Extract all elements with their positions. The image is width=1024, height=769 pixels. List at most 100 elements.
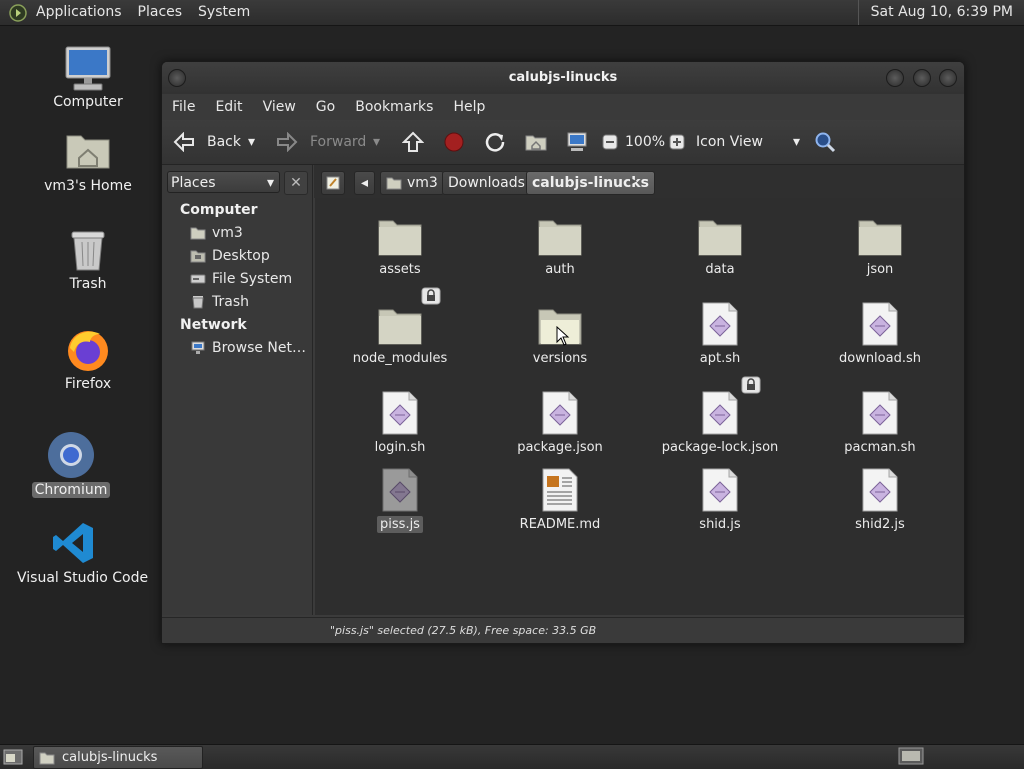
close-button[interactable]: [939, 69, 957, 87]
view-mode-select[interactable]: Icon View ▾: [696, 120, 800, 164]
show-desktop-icon: [3, 749, 23, 765]
file-item[interactable]: json: [805, 209, 955, 278]
desktop-icon-firefox[interactable]: Firefox: [38, 326, 138, 392]
back-button[interactable]: Back: [173, 120, 241, 164]
sidebar-item-trash[interactable]: Trash: [190, 291, 249, 313]
workspace-icon: [898, 747, 924, 765]
menu-edit[interactable]: Edit: [205, 99, 252, 115]
search-button[interactable]: [814, 120, 836, 164]
computer-icon: [63, 44, 113, 94]
menu-applications[interactable]: Applications: [28, 0, 130, 25]
breadcrumb-downloads[interactable]: Downloads: [442, 171, 531, 195]
forward-history-dropdown[interactable]: ▾: [373, 120, 380, 164]
computer-button[interactable]: [566, 120, 588, 164]
file-item[interactable]: README.md: [485, 464, 635, 533]
back-history-dropdown[interactable]: ▾: [248, 120, 255, 164]
sidebar-places-label: Places: [171, 175, 216, 191]
menu-help[interactable]: Help: [443, 99, 495, 115]
file-item[interactable]: assets: [325, 209, 475, 278]
script-file-icon: [805, 298, 955, 346]
toggle-location-button[interactable]: [321, 171, 345, 195]
vscode-icon: [51, 520, 97, 566]
sidebar-item-label: File System: [212, 271, 293, 287]
stop-button[interactable]: [443, 120, 465, 164]
chevron-down-icon: ▾: [248, 134, 256, 150]
sidebar-places-select[interactable]: Places ▾: [167, 171, 280, 193]
file-item[interactable]: pacman.sh: [805, 387, 955, 456]
zoom-in-button[interactable]: [669, 120, 685, 164]
file-name: apt.sh: [699, 351, 741, 366]
text-file-icon: [485, 464, 635, 512]
window-title: calubjs-linucks: [508, 70, 618, 85]
clock[interactable]: Sat Aug 10, 6:39 PM: [857, 0, 1024, 25]
file-item[interactable]: shid.js: [645, 464, 795, 533]
file-item[interactable]: package-lock.json: [645, 376, 795, 456]
menu-bookmarks[interactable]: Bookmarks: [345, 99, 443, 115]
sidebar-item-browse-network[interactable]: Browse Net…: [190, 337, 306, 359]
menu-go[interactable]: Go: [306, 99, 345, 115]
desktop-icon-label: Computer: [53, 94, 123, 110]
script-file-icon: [645, 387, 795, 435]
desktop-icon-trash[interactable]: Trash: [38, 228, 138, 292]
menubar: File Edit View Go Bookmarks Help: [162, 94, 964, 120]
menu-file[interactable]: File: [162, 99, 205, 115]
file-item[interactable]: apt.sh: [645, 298, 795, 367]
sidebar-item-file-system[interactable]: File System: [190, 268, 292, 290]
gnome-foot-icon[interactable]: [8, 3, 28, 23]
file-item[interactable]: piss.js: [325, 464, 475, 533]
reload-button[interactable]: [484, 120, 506, 164]
file-name: versions: [532, 351, 588, 366]
forward-button[interactable]: Forward: [276, 120, 366, 164]
file-item[interactable]: shid2.js: [805, 464, 955, 533]
path-bar: ◂ vm3 Downloads calubjs-linucks ▸: [314, 165, 964, 198]
file-icon-view: assets auth data json node_modules versions ap…: [315, 198, 964, 615]
up-button[interactable]: [402, 120, 424, 164]
chromium-icon: [46, 430, 96, 480]
folder-icon: [39, 751, 55, 765]
lock-emblem-icon: [421, 287, 441, 305]
desktop-icon-vscode[interactable]: Visual Studio Code: [14, 520, 148, 586]
window-titlebar[interactable]: calubjs-linucks: [162, 62, 964, 94]
computer-icon: [567, 132, 587, 151]
menu-system[interactable]: System: [190, 0, 258, 25]
zoom-level[interactable]: 100%: [625, 120, 665, 164]
zoom-level-label: 100%: [625, 134, 666, 150]
file-item[interactable]: node_modules: [325, 287, 475, 367]
chevron-down-icon: ▾: [373, 134, 381, 150]
sidebar-item-desktop[interactable]: Desktop: [190, 245, 270, 267]
file-name: auth: [545, 262, 575, 277]
home-folder-icon: [65, 128, 111, 172]
desktop-icon-computer[interactable]: Computer: [38, 44, 138, 110]
breadcrumb-vm3[interactable]: vm3: [380, 171, 444, 195]
taskbar-item[interactable]: calubjs-linucks: [33, 746, 203, 769]
sidebar-close-button[interactable]: ✕: [284, 171, 308, 195]
zoom-out-button[interactable]: [602, 120, 618, 164]
close-icon: ✕: [290, 175, 302, 191]
workspace-switcher[interactable]: [898, 747, 924, 765]
maximize-button[interactable]: [913, 69, 931, 87]
show-desktop-button[interactable]: [3, 748, 23, 766]
desktop-icon-home[interactable]: vm3's Home: [38, 128, 138, 194]
path-scroll-left-button[interactable]: ◂: [354, 171, 376, 195]
minimize-button[interactable]: [886, 69, 904, 87]
file-manager-window: calubjs-linucks File Edit View Go Bookma…: [161, 61, 965, 644]
menu-places[interactable]: Places: [130, 0, 191, 25]
script-file-icon: [325, 387, 475, 435]
desktop-icon-label: Chromium: [31, 482, 111, 498]
path-scroll-right-button[interactable]: ▸: [630, 173, 637, 189]
file-item[interactable]: download.sh: [805, 298, 955, 367]
desktop-icon-chromium[interactable]: Chromium: [21, 430, 121, 498]
file-item[interactable]: auth: [485, 209, 635, 278]
sidebar-item-vm3[interactable]: vm3: [190, 222, 243, 244]
toolbar: Back ▾ Forward ▾ 100% Icon View ▾: [162, 120, 964, 165]
file-item[interactable]: package.json: [485, 387, 635, 456]
folder-icon: [485, 209, 635, 257]
sidebar-item-label: Browse Net…: [212, 340, 307, 356]
file-name: pacman.sh: [844, 440, 916, 455]
home-button[interactable]: [525, 120, 547, 164]
reload-icon: [485, 133, 505, 152]
menu-view[interactable]: View: [253, 99, 306, 115]
file-item[interactable]: data: [645, 209, 795, 278]
file-item[interactable]: login.sh: [325, 387, 475, 456]
window-menu-button[interactable]: [168, 69, 186, 87]
